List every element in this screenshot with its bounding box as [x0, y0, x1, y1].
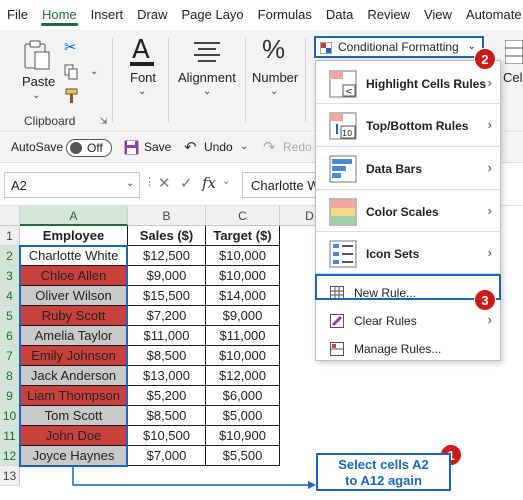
- connector-arrow: [72, 467, 316, 489]
